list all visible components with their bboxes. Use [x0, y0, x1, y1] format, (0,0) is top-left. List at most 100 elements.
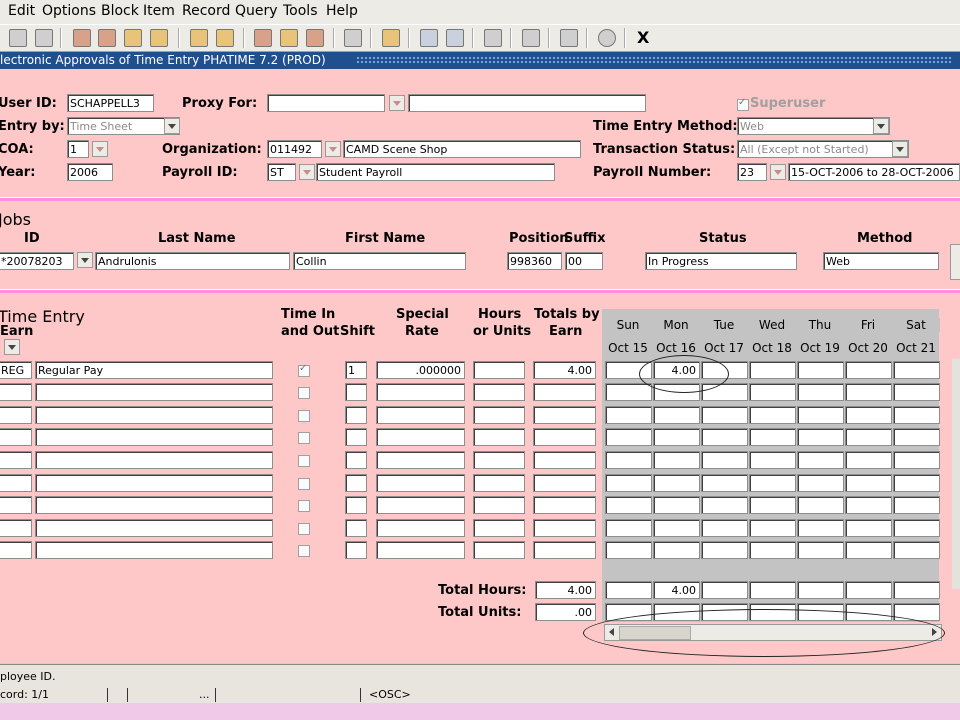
jobs-scrollbar[interactable] — [950, 244, 960, 280]
day-hours-field[interactable] — [653, 519, 700, 537]
time-in-out-checkbox[interactable] — [298, 363, 310, 377]
next-block-icon[interactable] — [98, 29, 116, 47]
menu-options[interactable]: Options — [42, 3, 96, 19]
day-hours-field[interactable] — [893, 361, 940, 379]
remove-record-icon[interactable] — [306, 29, 324, 47]
earn-code-field[interactable]: REG — [0, 361, 32, 379]
payroll-number-field[interactable]: 23 — [737, 163, 767, 181]
day-hours-field[interactable] — [605, 383, 652, 401]
menu-tools[interactable]: Tools — [283, 3, 318, 19]
day-hours-field[interactable] — [605, 519, 652, 537]
earn-code-field[interactable] — [0, 519, 32, 537]
time-in-out-checkbox[interactable] — [298, 410, 310, 422]
day-hours-field[interactable] — [893, 519, 940, 537]
day-hours-field[interactable] — [845, 519, 892, 537]
shift-field[interactable] — [345, 496, 367, 514]
hours-units-field[interactable] — [473, 406, 525, 424]
hours-units-field[interactable] — [473, 474, 525, 492]
time-in-out-checkbox[interactable] — [298, 455, 310, 467]
earn-code-field[interactable] — [0, 541, 32, 559]
hours-units-field[interactable] — [473, 451, 525, 469]
day-hours-field[interactable] — [701, 428, 748, 446]
day-hours-field[interactable] — [605, 451, 652, 469]
day-hours-field[interactable] — [893, 541, 940, 559]
day-hours-field[interactable] — [893, 383, 940, 401]
day-hours-field[interactable] — [749, 519, 796, 537]
earn-code-field[interactable] — [0, 383, 32, 401]
organization-dropdown[interactable] — [325, 141, 341, 157]
superuser-checkbox[interactable] — [737, 97, 749, 111]
previous-record-icon[interactable] — [124, 29, 142, 47]
day-hours-field[interactable] — [701, 496, 748, 514]
exit-icon[interactable] — [446, 29, 464, 47]
hours-units-field[interactable] — [473, 428, 525, 446]
target-icon[interactable] — [522, 29, 540, 47]
special-rate-field[interactable] — [376, 474, 465, 492]
day-hours-field[interactable] — [749, 406, 796, 424]
earn-code-field[interactable] — [0, 406, 32, 424]
workflow-icon[interactable] — [560, 29, 578, 47]
day-hours-field[interactable] — [653, 541, 700, 559]
special-rate-field[interactable] — [376, 383, 465, 401]
shift-field[interactable] — [345, 541, 367, 559]
day-hours-field[interactable] — [893, 451, 940, 469]
day-hours-field[interactable] — [701, 406, 748, 424]
day-hours-field[interactable] — [845, 406, 892, 424]
proxy-field[interactable] — [267, 94, 385, 112]
proxy-dropdown[interactable] — [389, 95, 405, 111]
day-hours-field[interactable] — [797, 474, 844, 492]
time-in-out-checkbox[interactable] — [298, 478, 310, 490]
special-rate-field[interactable] — [376, 428, 465, 446]
print-icon[interactable] — [382, 29, 400, 47]
day-hours-field[interactable] — [893, 406, 940, 424]
day-hours-field[interactable] — [605, 496, 652, 514]
day-hours-field[interactable] — [797, 496, 844, 514]
time-in-out-checkbox[interactable] — [298, 545, 310, 557]
day-hours-field[interactable] — [749, 428, 796, 446]
earn-list-dropdown[interactable] — [4, 339, 20, 355]
job-id-field[interactable]: *20078203 — [0, 252, 74, 270]
day-hours-field[interactable] — [749, 361, 796, 379]
day-hours-field[interactable] — [797, 383, 844, 401]
edit-icon[interactable] — [344, 29, 362, 47]
day-hours-field[interactable] — [701, 519, 748, 537]
day-hours-field[interactable] — [653, 428, 700, 446]
day-hours-field[interactable] — [845, 451, 892, 469]
day-hours-field[interactable] — [797, 519, 844, 537]
day-hours-field[interactable] — [845, 383, 892, 401]
entry-by-chevron-icon[interactable] — [164, 118, 180, 134]
day-hours-field[interactable] — [893, 474, 940, 492]
earn-code-field[interactable] — [0, 451, 32, 469]
transaction-status-select[interactable]: All (Except not Started) — [737, 140, 909, 158]
day-hours-field[interactable] — [749, 541, 796, 559]
day-hours-field[interactable] — [749, 383, 796, 401]
payroll-number-dropdown[interactable] — [770, 164, 786, 180]
day-hours-field[interactable] — [797, 406, 844, 424]
day-hours-field[interactable] — [797, 451, 844, 469]
cancel-icon[interactable] — [420, 29, 438, 47]
day-hours-field[interactable] — [701, 541, 748, 559]
day-hours-field[interactable] — [797, 361, 844, 379]
document-icon[interactable] — [35, 29, 53, 47]
shift-field[interactable] — [345, 383, 367, 401]
year-field[interactable]: 2006 — [67, 163, 113, 181]
day-hours-field[interactable] — [797, 428, 844, 446]
day-hours-field[interactable] — [749, 451, 796, 469]
time-in-out-checkbox[interactable] — [298, 432, 310, 444]
shift-field[interactable]: 1 — [345, 361, 367, 379]
payroll-id-field[interactable]: ST — [267, 163, 296, 181]
day-hours-field[interactable] — [605, 541, 652, 559]
next-record-icon[interactable] — [150, 29, 168, 47]
day-hours-field[interactable] — [845, 428, 892, 446]
time-in-out-checkbox[interactable] — [298, 500, 310, 512]
earn-code-field[interactable] — [0, 496, 32, 514]
day-hours-field[interactable] — [749, 474, 796, 492]
day-hours-field[interactable] — [845, 541, 892, 559]
job-id-dropdown[interactable] — [77, 252, 93, 268]
special-rate-field[interactable] — [376, 496, 465, 514]
database-icon[interactable] — [280, 29, 298, 47]
menu-record[interactable]: Record — [182, 3, 230, 19]
coa-field[interactable]: 1 — [67, 140, 89, 158]
day-hours-field[interactable] — [605, 474, 652, 492]
shift-field[interactable] — [345, 474, 367, 492]
